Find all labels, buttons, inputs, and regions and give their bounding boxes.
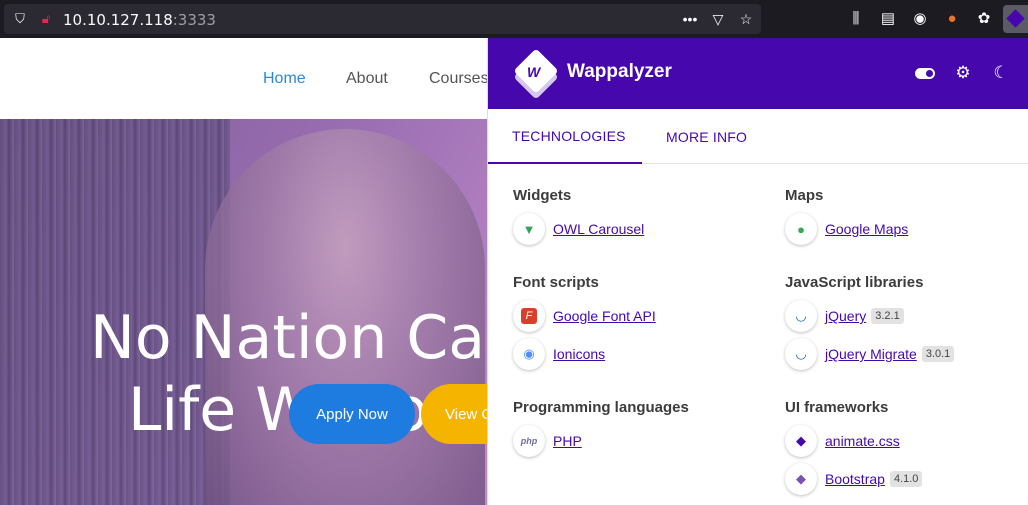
apply-now-button[interactable]: Apply Now xyxy=(289,384,415,444)
jquery-icon: ◡ xyxy=(785,338,817,370)
tech-jquery-migrate[interactable]: ◡ jQuery Migrate 3.0.1 xyxy=(785,337,955,371)
category-javascript-libraries: JavaScript libraries xyxy=(785,274,924,291)
gear-icon[interactable]: ⚙ xyxy=(953,63,973,83)
category-font-scripts: Font scripts xyxy=(513,274,599,291)
insecure-lock-icon[interactable]: 🔓︎ xyxy=(38,11,54,27)
version-badge: 3.0.1 xyxy=(921,346,955,362)
brand-name: Wappalyzer xyxy=(567,61,672,82)
map-pin-icon: ● xyxy=(785,213,817,245)
url-actions: ••• ▽ ☆ xyxy=(681,10,755,28)
tech-google-maps[interactable]: ● Google Maps xyxy=(785,212,908,246)
tech-ionicons[interactable]: ◉ Ionicons xyxy=(513,337,605,371)
url-bar[interactable]: ⛉ 🔓︎ 10.10.127.118:3333 ••• ▽ ☆ xyxy=(4,4,761,34)
version-badge: 4.1.0 xyxy=(889,471,923,487)
category-programming-languages: Programming languages xyxy=(513,399,689,416)
wappalyzer-logo-icon: W xyxy=(512,48,560,100)
font-icon: F xyxy=(513,300,545,332)
account-icon[interactable]: ◉ xyxy=(910,9,930,29)
extension-icon[interactable]: ● xyxy=(942,9,962,29)
owl-icon: ▼ xyxy=(513,213,545,245)
tab-more-info[interactable]: MORE INFO xyxy=(666,109,747,164)
header-actions: ⚙ ☾ xyxy=(915,63,1011,83)
popup-header: W Wappalyzer ⚙ ☾ xyxy=(488,38,1028,109)
toolbar-icons: ⫼ ▤ ◉ ● ✿ xyxy=(846,9,994,29)
ionicons-icon: ◉ xyxy=(513,338,545,370)
popup-tabs: TECHNOLOGIES MORE INFO xyxy=(488,109,1028,164)
tech-php[interactable]: php PHP xyxy=(513,424,582,458)
tech-google-font-api[interactable]: F Google Font API xyxy=(513,299,656,333)
tab-technologies[interactable]: TECHNOLOGIES xyxy=(488,109,642,164)
tech-owl-carousel[interactable]: ▼ OWL Carousel xyxy=(513,212,644,246)
reader-icon[interactable]: ▤ xyxy=(878,9,898,29)
animate-icon: ◆ xyxy=(785,425,817,457)
version-badge: 3.2.1 xyxy=(871,308,904,324)
browser-toolbar: ⛉ 🔓︎ 10.10.127.118:3333 ••• ▽ ☆ ⫼ ▤ ◉ ● … xyxy=(0,0,1028,38)
wappalyzer-toolbar-button[interactable] xyxy=(1003,5,1028,33)
wappalyzer-popup: W Wappalyzer ⚙ ☾ TECHNOLOGIES MORE INFO … xyxy=(487,38,1028,505)
nav-courses[interactable]: Courses xyxy=(429,70,489,88)
toggle-switch[interactable] xyxy=(915,67,935,79)
library-icon[interactable]: ⫼ xyxy=(846,9,866,29)
category-ui-frameworks: UI frameworks xyxy=(785,399,889,416)
tech-bootstrap[interactable]: ◆ Bootstrap 4.1.0 xyxy=(785,462,923,496)
url-text[interactable]: 10.10.127.118:3333 xyxy=(63,11,216,29)
tech-jquery[interactable]: ◡ jQuery 3.2.1 xyxy=(785,299,904,333)
pocket-icon[interactable]: ▽ xyxy=(709,10,727,28)
more-icon[interactable]: ••• xyxy=(681,10,699,28)
tech-animate-css[interactable]: ◆ animate.css xyxy=(785,424,900,458)
bootstrap-icon: ◆ xyxy=(785,463,817,495)
nav-home[interactable]: Home xyxy=(263,70,306,88)
cookie-icon[interactable]: ✿ xyxy=(974,9,994,29)
shield-icon[interactable]: ⛉ xyxy=(12,11,28,27)
wappalyzer-icon xyxy=(1006,9,1025,28)
php-icon: php xyxy=(513,425,545,457)
jquery-icon: ◡ xyxy=(785,300,817,332)
bookmark-star-icon[interactable]: ☆ xyxy=(737,10,755,28)
nav-about[interactable]: About xyxy=(346,70,388,88)
moon-icon[interactable]: ☾ xyxy=(991,63,1011,83)
hero-line-1: No Nation Can xyxy=(90,303,524,373)
category-widgets: Widgets xyxy=(513,187,572,204)
category-maps: Maps xyxy=(785,187,824,204)
